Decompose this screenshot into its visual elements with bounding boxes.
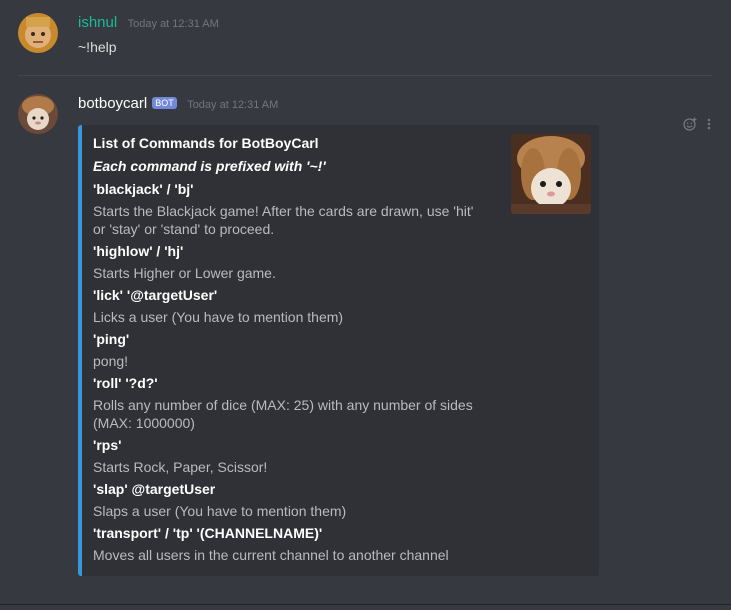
bot-tag: BOT	[152, 97, 177, 109]
more-options-icon[interactable]	[707, 117, 711, 134]
field-name: 'ping'	[93, 331, 130, 347]
message-divider	[18, 75, 713, 76]
embed-thumbnail[interactable]	[511, 134, 591, 214]
username-ishnul[interactable]: ishnul	[78, 14, 117, 31]
command-field: 'transport' / 'tp' '(CHANNELNAME)' Moves…	[93, 524, 483, 564]
field-value: pong!	[93, 353, 129, 369]
field-value: Starts Rock, Paper, Scissor!	[93, 459, 268, 475]
field-value: Slaps a user (You have to mention them)	[93, 503, 347, 519]
command-field: 'ping' pong!	[93, 330, 483, 370]
message-text: ~!help	[78, 39, 117, 55]
username-botboycarl[interactable]: botboycarl	[78, 95, 147, 112]
avatar-botboycarl[interactable]	[18, 94, 58, 134]
field-value: Starts the Blackjack game! After the car…	[93, 203, 474, 237]
avatar-ishnul[interactable]	[18, 13, 58, 53]
field-name: 'highlow' / 'hj'	[93, 243, 184, 259]
field-name: 'roll' '?d?'	[93, 375, 158, 391]
field-value: Licks a user (You have to mention them)	[93, 309, 344, 325]
timestamp: Today at 12:31 AM	[127, 18, 219, 30]
message-actions	[683, 117, 711, 136]
field-name: 'blackjack' / 'bj'	[93, 181, 194, 197]
field-value: Starts Higher or Lower game.	[93, 265, 276, 281]
timestamp: Today at 12:31 AM	[187, 99, 279, 111]
add-reaction-icon[interactable]	[683, 117, 697, 134]
command-field: 'slap' @targetUser Slaps a user (You hav…	[93, 480, 483, 520]
command-field: 'rps' Starts Rock, Paper, Scissor!	[93, 436, 483, 476]
field-value: Moves all users in the current channel t…	[93, 547, 449, 563]
command-field: 'highlow' / 'hj' Starts Higher or Lower …	[93, 242, 483, 282]
field-value: Rolls any number of dice (MAX: 25) with …	[93, 397, 473, 431]
embed-title: List of Commands for BotBoyCarl	[93, 135, 319, 151]
commands-embed: List of Commands for BotBoyCarl Each com…	[78, 125, 599, 576]
command-field: 'lick' '@targetUser' Licks a user (You h…	[93, 286, 483, 326]
field-name: 'transport' / 'tp' '(CHANNELNAME)'	[93, 525, 323, 541]
field-name: 'lick' '@targetUser'	[93, 287, 218, 303]
field-name: 'slap' @targetUser	[93, 481, 216, 497]
command-field: 'roll' '?d?' Rolls any number of dice (M…	[93, 374, 483, 432]
chat-bottom-divider	[0, 604, 731, 605]
embed-description: Each command is prefixed with '~!'	[93, 158, 326, 174]
command-field: 'blackjack' / 'bj' Starts the Blackjack …	[93, 180, 483, 238]
field-name: 'rps'	[93, 437, 122, 453]
